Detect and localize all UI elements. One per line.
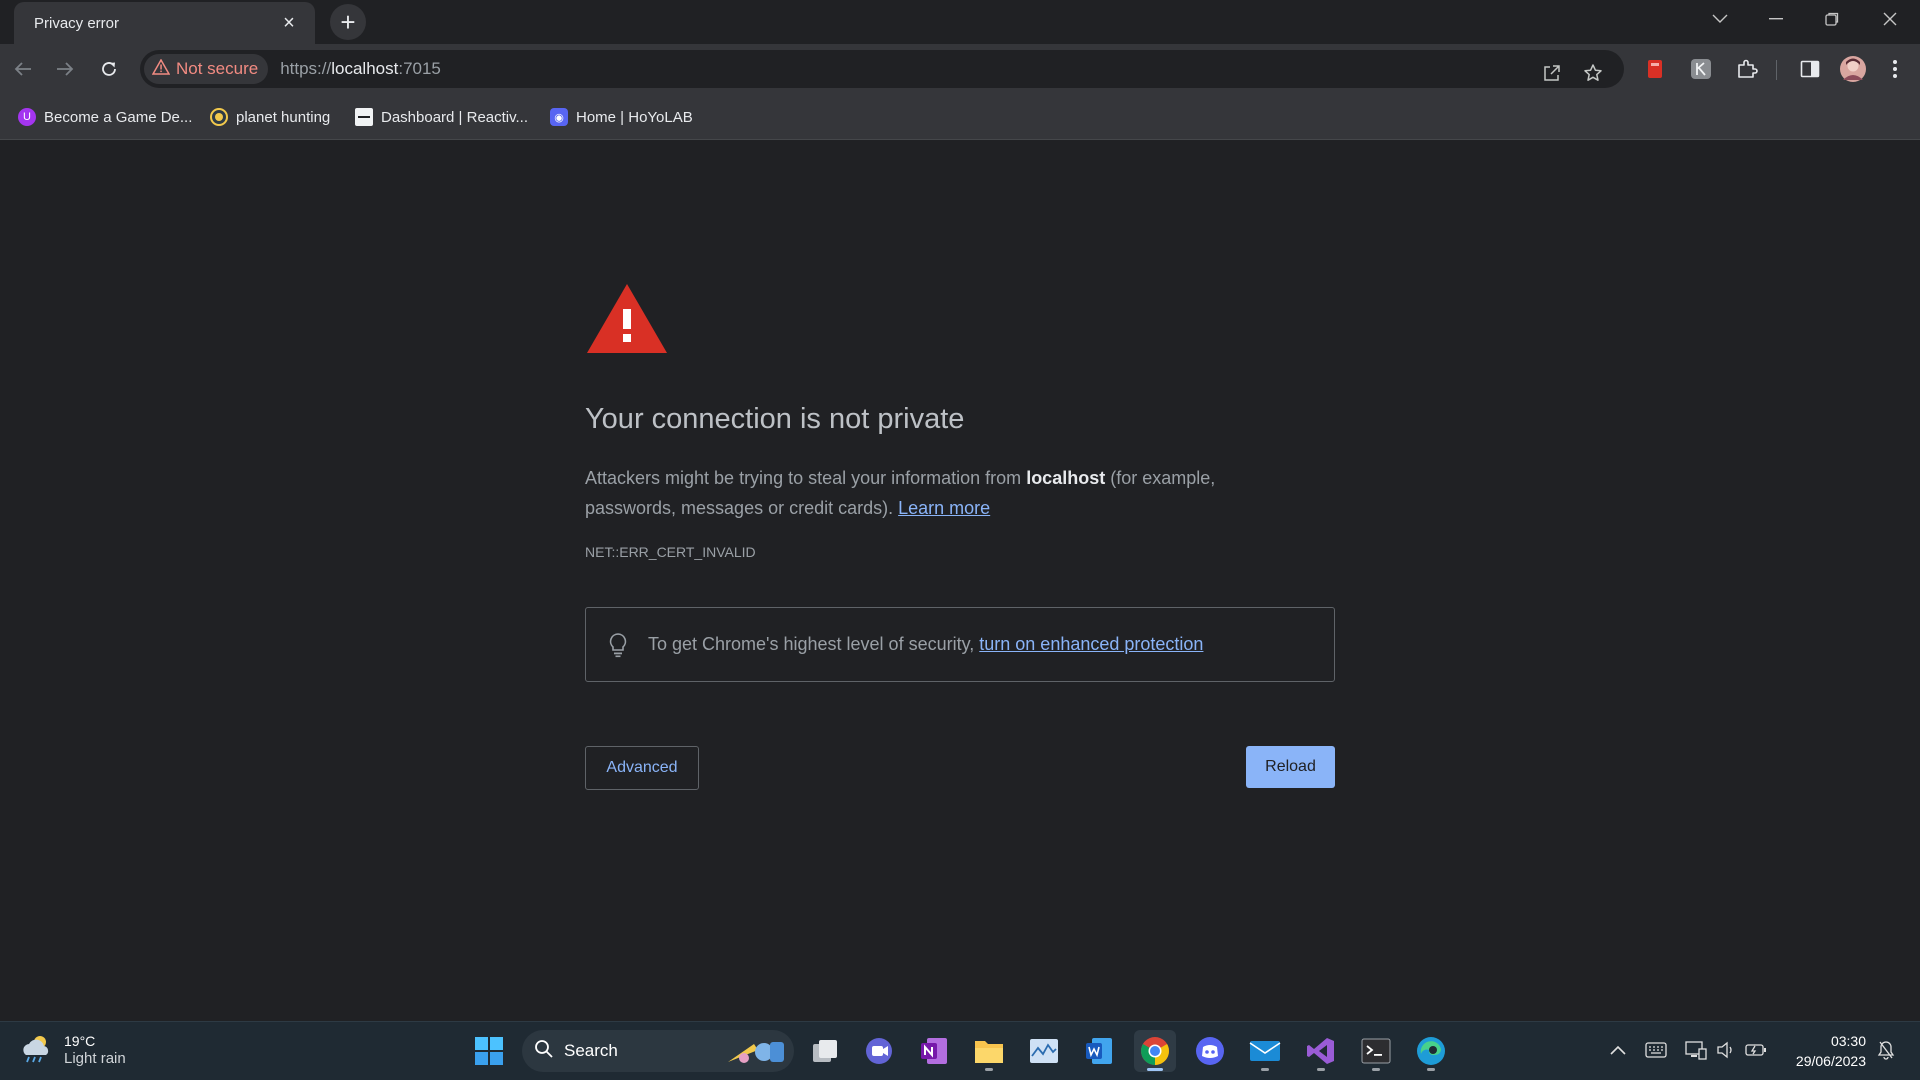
- notification-bell-icon[interactable]: [1872, 1036, 1900, 1064]
- explanation-host: localhost: [1026, 468, 1106, 488]
- gray-extension-icon[interactable]: [1688, 56, 1714, 82]
- close-window-icon[interactable]: [1862, 0, 1918, 38]
- reload-button[interactable]: Reload: [1246, 746, 1335, 788]
- explanation-prefix: Attackers might be trying to steal your …: [585, 468, 1027, 488]
- address-bar[interactable]: Not secure https://localhost:7015: [140, 50, 1624, 88]
- red-warning-triangle-icon: [585, 282, 669, 360]
- reload-icon[interactable]: [92, 52, 126, 86]
- minimize-icon[interactable]: [1748, 0, 1804, 38]
- windows-taskbar: 19°C Light rain Search 03:30 29/06/2023: [0, 1021, 1920, 1080]
- close-tab-icon[interactable]: ×: [277, 11, 301, 35]
- running-indicator: [1261, 1068, 1269, 1071]
- restore-icon[interactable]: [1804, 0, 1860, 38]
- keyboard-icon[interactable]: [1642, 1036, 1670, 1064]
- bookmark-item[interactable]: ◉ Home | HoYoLAB: [550, 106, 693, 128]
- url-port: :7015: [398, 59, 441, 78]
- chevron-up-icon[interactable]: [1604, 1036, 1632, 1064]
- tab-privacy-error[interactable]: Privacy error ×: [14, 2, 315, 44]
- running-indicator: [1372, 1068, 1380, 1071]
- mail-icon[interactable]: [1244, 1030, 1286, 1072]
- url-text[interactable]: https://localhost:7015: [280, 59, 441, 79]
- url-scheme: https://: [280, 59, 332, 78]
- task-view-icon[interactable]: [804, 1030, 846, 1072]
- taskbar-search[interactable]: Search: [522, 1030, 794, 1072]
- bookmark-item[interactable]: planet hunting: [210, 106, 330, 128]
- weather-widget[interactable]: 19°C Light rain: [20, 1032, 126, 1068]
- teams-chat-icon[interactable]: [858, 1030, 900, 1072]
- visual-studio-icon[interactable]: [1300, 1030, 1342, 1072]
- weather-text: 19°C Light rain: [64, 1032, 126, 1068]
- url-host: localhost: [331, 59, 399, 78]
- running-indicator: [985, 1068, 993, 1071]
- bookmark-item[interactable]: Dashboard | Reactiv...: [355, 106, 528, 128]
- page-title: Your connection is not private: [585, 403, 965, 435]
- active-indicator: [1147, 1068, 1163, 1071]
- advanced-button[interactable]: Advanced: [585, 746, 699, 790]
- profile-avatar[interactable]: [1840, 56, 1866, 82]
- weather-description: Light rain: [64, 1050, 126, 1067]
- bookmark-label: planet hunting: [236, 108, 331, 126]
- back-arrow-icon[interactable]: [6, 52, 40, 86]
- clock-date: 29/06/2023: [1795, 1053, 1866, 1069]
- search-highlight-illustration-icon: [724, 1036, 788, 1071]
- tab-title: Privacy error: [34, 14, 120, 32]
- bookmark-item[interactable]: U Become a Game De...: [18, 106, 192, 128]
- bookmark-star-icon[interactable]: [1578, 58, 1608, 88]
- weather-temperature: 19°C: [64, 1033, 96, 1049]
- red-extension-icon[interactable]: [1642, 56, 1668, 82]
- bookmark-label: Home | HoYoLAB: [576, 108, 693, 126]
- bookmark-label: Dashboard | Reactiv...: [381, 108, 529, 126]
- word-icon[interactable]: [1078, 1030, 1120, 1072]
- enhanced-protection-box: To get Chrome's highest level of securit…: [585, 607, 1335, 682]
- search-label: Search: [564, 1041, 618, 1060]
- bookmarks-bar: U Become a Game De... planet hunting Das…: [0, 94, 1920, 140]
- running-indicator: [1427, 1068, 1435, 1071]
- clock-time: 03:30: [1830, 1033, 1866, 1049]
- toolbar-divider: [1776, 60, 1777, 80]
- learn-more-link[interactable]: Learn more: [898, 498, 990, 518]
- onenote-icon[interactable]: [913, 1030, 955, 1072]
- hoyolab-icon: ◉: [550, 108, 568, 126]
- udemy-icon: U: [18, 108, 36, 126]
- terminal-icon[interactable]: [1355, 1030, 1397, 1072]
- chrome-icon[interactable]: [1134, 1030, 1176, 1072]
- network-icon[interactable]: [1682, 1036, 1710, 1064]
- enhanced-protection-prefix: To get Chrome's highest level of securit…: [648, 634, 980, 654]
- kebab-menu-icon[interactable]: [1882, 56, 1908, 82]
- system-clock[interactable]: 03:30 29/06/2023: [1782, 1031, 1866, 1071]
- explanation-text: Attackers might be trying to steal your …: [585, 463, 1285, 523]
- side-panel-icon[interactable]: [1797, 56, 1823, 82]
- error-code: NET::ERR_CERT_INVALID: [585, 544, 756, 560]
- browser-toolbar: Not secure https://localhost:7015: [0, 44, 1920, 94]
- enhanced-protection-text: To get Chrome's highest level of securit…: [648, 634, 1203, 655]
- warning-triangle-icon: [151, 57, 171, 80]
- dashboard-icon: [355, 108, 373, 126]
- tab-search-chevron-down-icon[interactable]: [1692, 0, 1748, 38]
- battery-icon[interactable]: [1742, 1036, 1770, 1064]
- rain-cloud-icon: [20, 1033, 54, 1068]
- security-chip-label: Not secure: [176, 59, 259, 78]
- file-explorer-icon[interactable]: [968, 1030, 1010, 1072]
- search-icon: [534, 1039, 554, 1064]
- volume-icon[interactable]: [1712, 1036, 1740, 1064]
- enhanced-protection-link[interactable]: turn on enhanced protection: [979, 634, 1203, 654]
- planet-icon: [210, 108, 228, 126]
- interstitial-page: Your connection is not private Attackers…: [0, 141, 1920, 1021]
- tab-strip: Privacy error × +: [0, 0, 1920, 44]
- forward-arrow-icon[interactable]: [48, 52, 82, 86]
- start-button[interactable]: [468, 1030, 510, 1072]
- lightbulb-icon: [606, 630, 630, 660]
- new-tab-button[interactable]: +: [330, 4, 366, 40]
- discord-icon[interactable]: [1189, 1030, 1231, 1072]
- bookmark-label: Become a Game De...: [44, 108, 193, 126]
- performance-monitor-icon[interactable]: [1023, 1030, 1065, 1072]
- extensions-puzzle-icon[interactable]: [1734, 56, 1760, 82]
- running-indicator: [1317, 1068, 1325, 1071]
- edge-icon[interactable]: [1410, 1030, 1452, 1072]
- share-icon[interactable]: [1537, 58, 1567, 88]
- security-chip[interactable]: Not secure: [144, 54, 269, 84]
